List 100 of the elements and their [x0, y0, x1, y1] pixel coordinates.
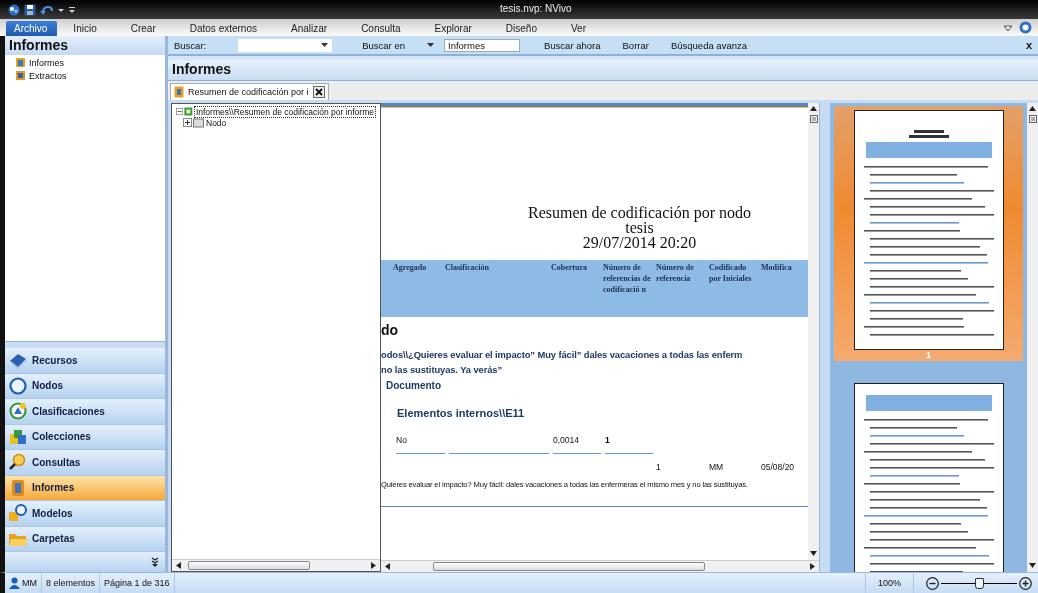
table-cell-text: 05/08/20 — [761, 462, 796, 472]
zoom-level: 100% — [864, 573, 914, 593]
scroll-up-icon[interactable] — [810, 106, 817, 112]
ribbon-tab[interactable]: Consulta — [353, 21, 411, 36]
help-icon[interactable] — [1019, 21, 1032, 34]
navigation-button[interactable]: Consultas — [5, 450, 165, 476]
folder-label: Informes — [29, 57, 64, 68]
document-tab[interactable]: Resumen de codificación por i — [170, 83, 329, 100]
slider-thumb[interactable] — [975, 578, 984, 589]
page-number: 1 — [926, 350, 931, 361]
source-name: Elementos internos\\E11 — [397, 407, 526, 419]
zoom-in-icon[interactable] — [1019, 576, 1032, 590]
navigation-button[interactable]: Clasificaciones — [5, 399, 165, 425]
scroll-down-icon[interactable] — [1029, 563, 1036, 569]
column-header: Codificado por Iniciales — [709, 262, 753, 285]
report-title: tesis — [625, 220, 654, 235]
table-cell-text: 1 — [656, 462, 662, 472]
column-header: Número de referencia — [656, 262, 695, 285]
navigation-button[interactable]: Recursos — [5, 348, 165, 374]
page-indicator: Página 1 de 316 — [100, 573, 175, 593]
horizontal-scrollbar[interactable] — [381, 560, 819, 572]
table-cell: 1 — [605, 435, 610, 445]
column-header: Agregado — [393, 262, 428, 274]
close-button[interactable]: x — [1025, 39, 1032, 51]
column-header: Número de referencias de codificació n — [603, 262, 652, 296]
tab-label: Resumen de codificación por i — [188, 87, 309, 97]
scroll-left-icon[interactable] — [176, 562, 182, 569]
scroll-down-icon[interactable] — [810, 551, 817, 557]
navigation-button[interactable]: Nodos — [5, 373, 165, 399]
split-view-icon[interactable] — [1028, 115, 1037, 123]
vertical-scrollbar[interactable] — [808, 103, 819, 560]
expand-icon[interactable] — [183, 118, 192, 127]
minimize-ribbon-icon[interactable] — [1003, 22, 1013, 33]
close-icon[interactable] — [312, 86, 325, 98]
tree-item[interactable]: Informes\\Resumen de codificación por informe — [193, 105, 376, 118]
find-label: Buscar: — [174, 39, 207, 51]
ribbon-tab[interactable]: Datos externos — [181, 21, 267, 36]
column-header: Cobertura — [551, 262, 588, 274]
ribbon-tab[interactable]: Explorar — [426, 21, 482, 36]
undo-icon[interactable] — [40, 3, 54, 16]
item-count: 8 elementos — [42, 573, 101, 593]
classification-icon — [8, 402, 28, 421]
folder-item[interactable]: Extractos — [15, 69, 165, 82]
navigation-button[interactable]: Modelos — [5, 501, 165, 527]
report-icon — [15, 57, 26, 68]
dropdown-icon[interactable] — [427, 42, 434, 48]
look-in-button[interactable]: Buscar en — [362, 39, 405, 51]
node-path: odos\\¿Quieres evaluar el impacto” Muy fácil” dales vacaciones a todas las enferm — [381, 348, 744, 362]
table-cell: 0,0014 — [553, 435, 579, 445]
zoom-slider[interactable] — [941, 578, 1017, 588]
report-icon — [184, 106, 193, 117]
dropdown-icon[interactable] — [321, 42, 329, 48]
tree-item[interactable]: Nodo — [205, 117, 228, 128]
report-icon — [174, 86, 184, 98]
zoom-out-icon[interactable] — [926, 576, 939, 590]
scroll-left-icon[interactable] — [385, 563, 391, 570]
section-heading: do — [381, 322, 400, 338]
look-in-field[interactable]: Informes — [444, 38, 520, 52]
column-header: Modifica — [761, 262, 793, 274]
report-title: 29/07/2014 20:20 — [582, 235, 697, 250]
source-type: Documento — [386, 380, 442, 391]
ribbon-tab[interactable]: Crear — [122, 21, 166, 36]
folder-label: Extractos — [29, 70, 67, 81]
window-title: tesis.nvp: NVivo — [500, 3, 572, 14]
report-title: Resumen de codificación por nodo — [527, 205, 751, 220]
view-header: Informes — [168, 60, 1038, 81]
panel-header: Informes — [5, 36, 165, 55]
save-icon[interactable] — [24, 3, 36, 16]
scroll-right-icon[interactable] — [370, 562, 376, 569]
app-icon[interactable] — [8, 3, 20, 16]
navigation-button[interactable]: Carpetas — [5, 526, 165, 552]
navigation-button[interactable]: Colecciones — [5, 424, 165, 450]
vertical-scrollbar[interactable] — [1027, 103, 1038, 572]
ribbon-tab[interactable]: Inicio — [65, 21, 107, 36]
circle-icon — [8, 376, 28, 395]
find-bar-button[interactable]: Buscar ahora — [544, 39, 601, 51]
ribbon-tab[interactable]: Archivo — [6, 21, 58, 36]
model-icon — [8, 504, 28, 523]
find-bar-button[interactable]: Borrar — [622, 39, 649, 51]
horizontal-scrollbar[interactable] — [172, 559, 380, 571]
find-bar-button[interactable]: Búsqueda avanza — [670, 39, 747, 51]
user-initials: MM — [22, 578, 37, 588]
ribbon-tab[interactable]: Ver — [563, 21, 596, 36]
scroll-up-icon[interactable] — [1029, 106, 1036, 112]
ribbon-tab[interactable]: Diseño — [497, 21, 547, 36]
node-path: no las sustituyas. Ya verás” — [381, 363, 504, 377]
collapse-icon[interactable] — [176, 107, 184, 116]
split-view-icon[interactable] — [809, 115, 818, 123]
table-cell-text: MM — [709, 462, 725, 472]
navigation-button[interactable]: Informes — [5, 475, 165, 501]
ribbon-tab[interactable]: Analizar — [283, 21, 338, 36]
table-cell: No — [396, 435, 407, 445]
folder-item[interactable]: Informes — [15, 56, 165, 69]
chevron-icon[interactable] — [151, 557, 159, 567]
scroll-right-icon[interactable] — [809, 563, 815, 570]
extract-icon — [15, 70, 26, 81]
node-icon — [193, 117, 204, 128]
search-field[interactable] — [238, 38, 333, 52]
user-icon — [9, 577, 20, 589]
column-header: Clasificación — [445, 262, 490, 274]
